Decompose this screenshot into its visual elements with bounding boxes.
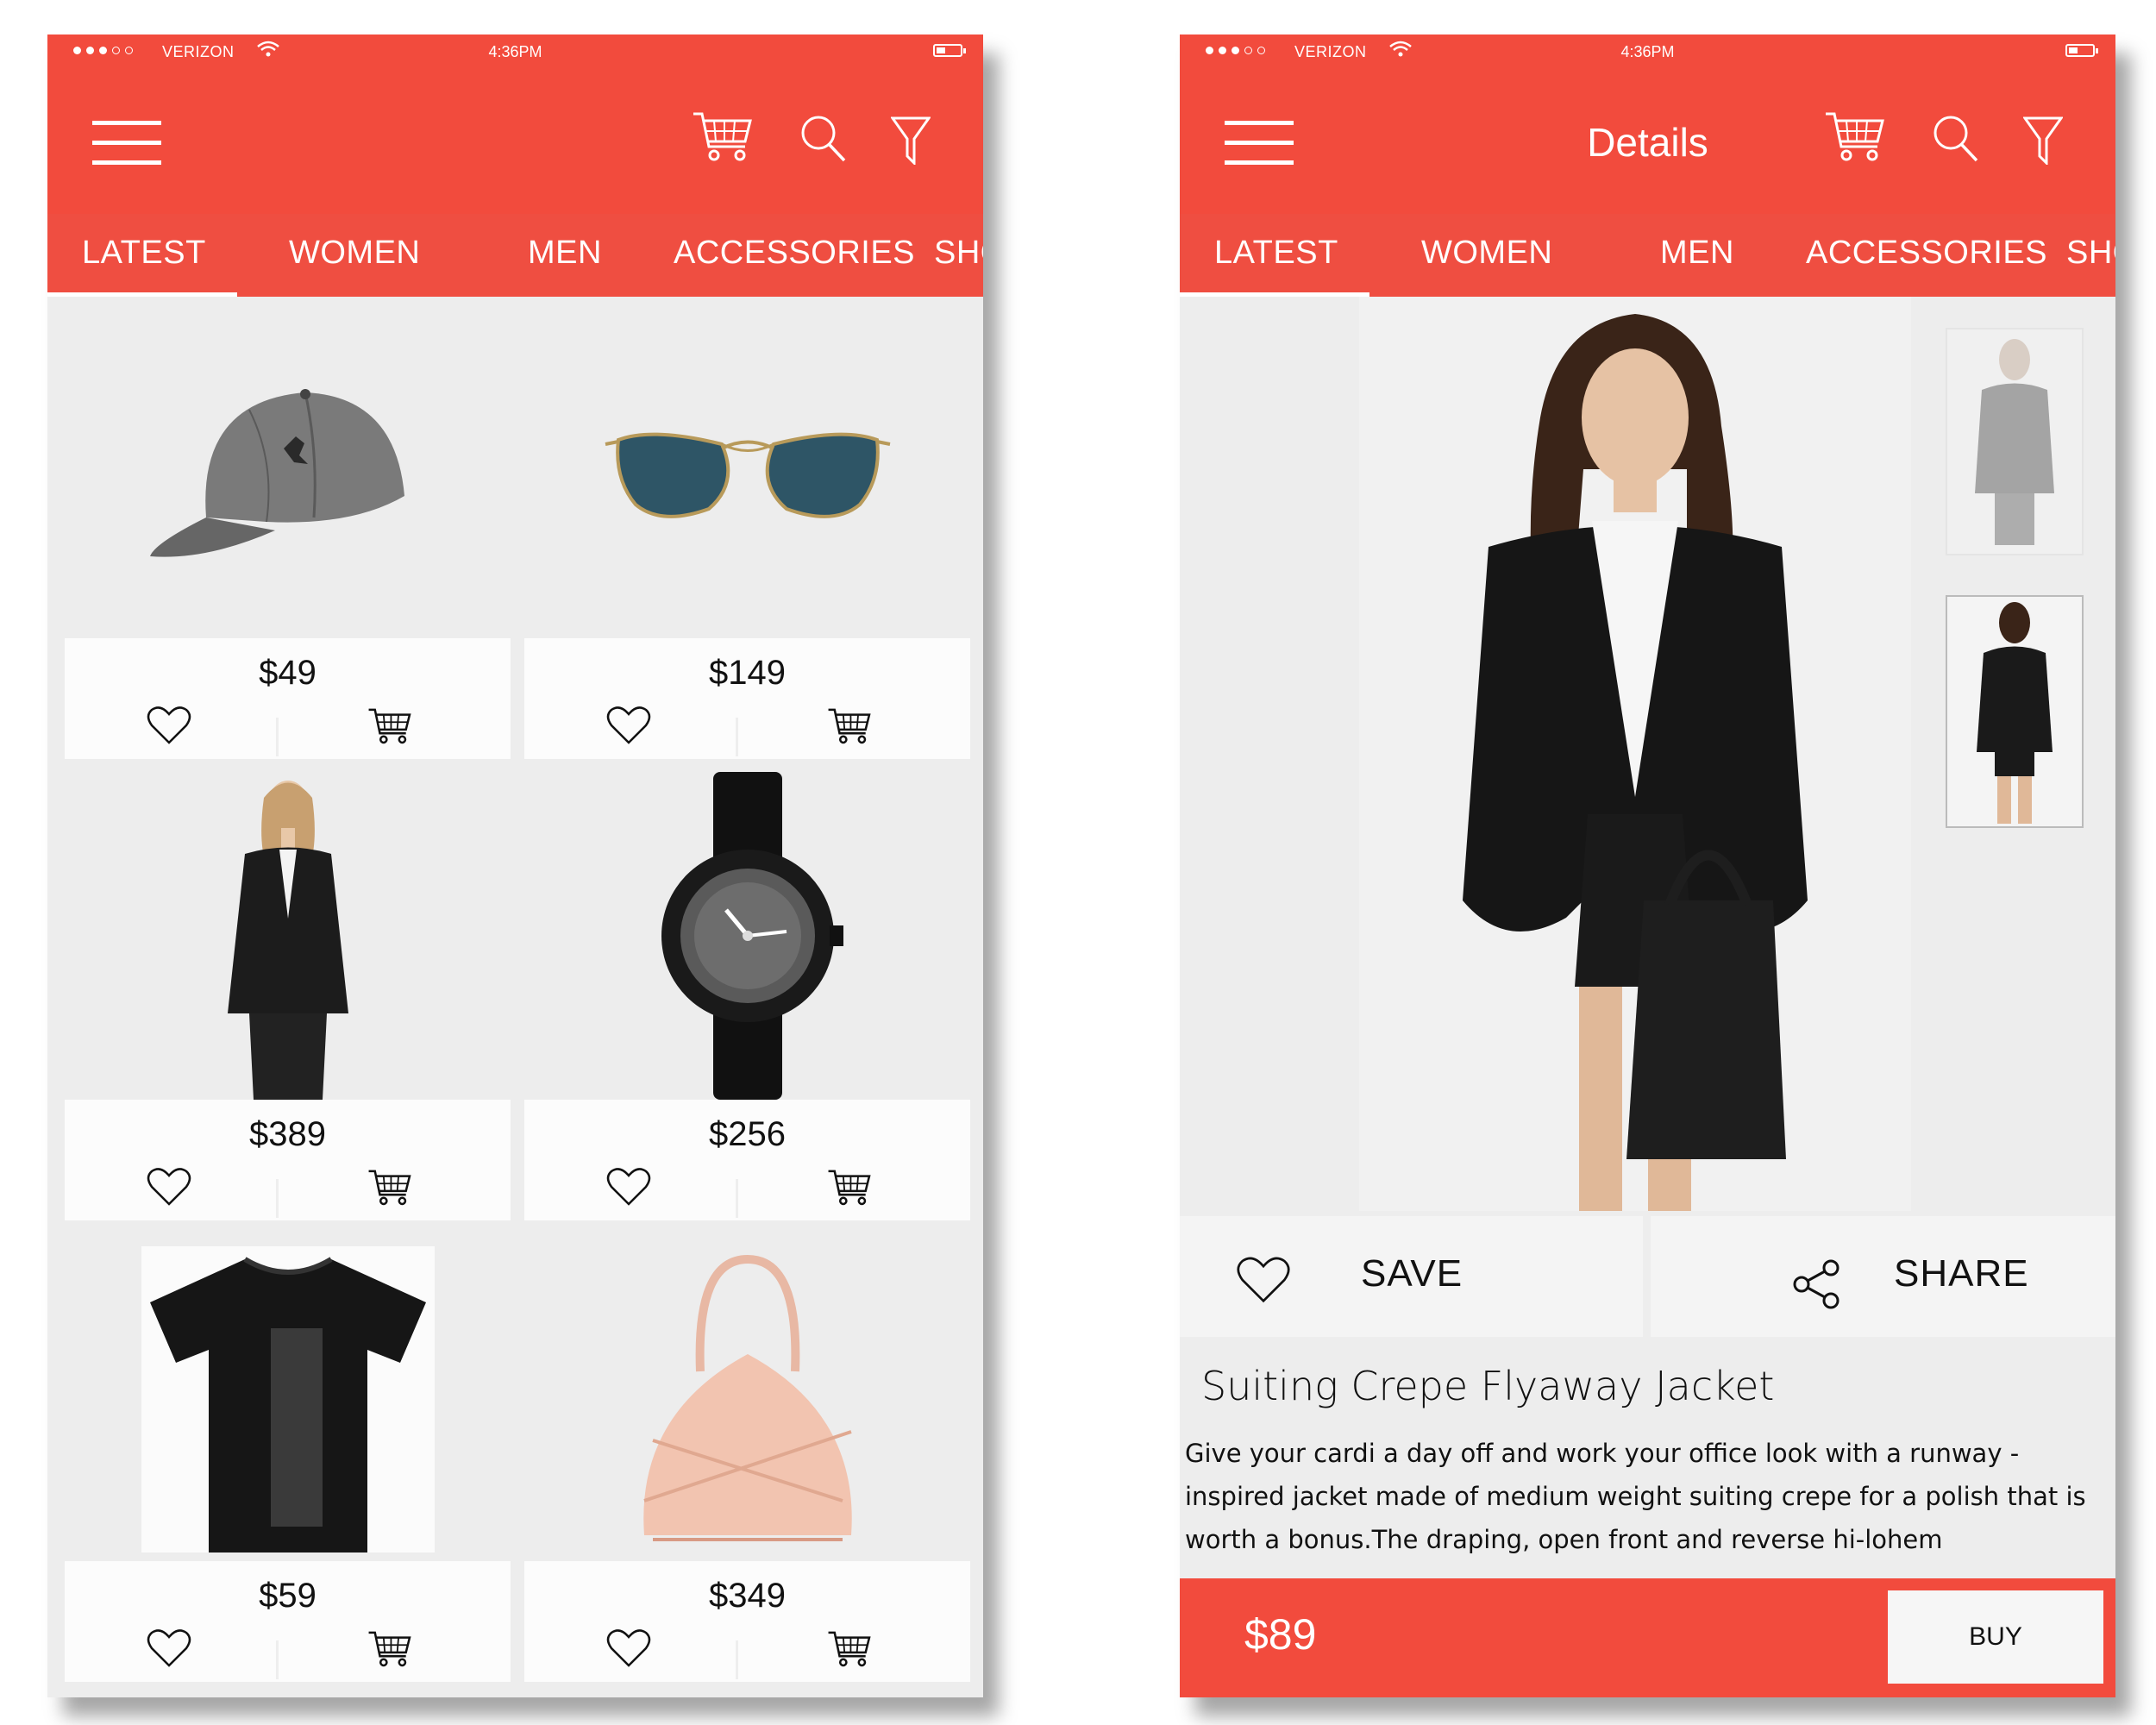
tab-women[interactable]: WOMEN — [289, 235, 420, 272]
product-price: $59 — [259, 1577, 317, 1615]
tab-accessories[interactable]: ACCESSORIES — [674, 235, 915, 272]
product-image-watch — [524, 772, 970, 1100]
heart-icon[interactable] — [606, 1628, 651, 1668]
heart-icon — [1236, 1256, 1291, 1304]
tab-shoes[interactable]: SHO — [2066, 235, 2115, 272]
add-to-cart-icon[interactable] — [367, 1169, 413, 1208]
search-icon[interactable] — [1932, 114, 1980, 164]
active-tab-indicator — [1180, 292, 1369, 297]
add-to-cart-icon[interactable] — [826, 1169, 873, 1208]
heart-icon[interactable] — [147, 1167, 191, 1207]
product-price: $256 — [709, 1115, 786, 1153]
save-label: SAVE — [1361, 1252, 1463, 1295]
add-to-cart-icon[interactable] — [826, 1630, 873, 1670]
add-to-cart-icon[interactable] — [367, 707, 413, 747]
battery-icon — [933, 44, 966, 57]
share-button[interactable]: SHARE — [1651, 1216, 2115, 1337]
thumbnail-front[interactable] — [1946, 328, 2084, 555]
divider — [276, 1640, 279, 1679]
product-hero-image — [1359, 297, 1911, 1211]
divider — [736, 718, 738, 756]
action-bar: SAVE SHARE — [1180, 1216, 2115, 1337]
search-icon[interactable] — [799, 114, 848, 164]
battery-icon — [2065, 44, 2098, 57]
divider — [276, 718, 279, 756]
heart-icon[interactable] — [147, 1628, 191, 1668]
category-tabs: LATEST WOMEN MEN ACCESSORIES SHO — [1180, 214, 2115, 297]
product-info: $59 — [65, 1561, 511, 1682]
product-image-sunglasses — [524, 310, 970, 638]
product-image-tshirt — [65, 1233, 511, 1561]
tab-men[interactable]: MEN — [528, 235, 602, 272]
tab-women[interactable]: WOMEN — [1421, 235, 1552, 272]
tab-accessories[interactable]: ACCESSORIES — [1806, 235, 2047, 272]
divider — [736, 1640, 738, 1679]
tab-shoes[interactable]: SHO — [934, 235, 983, 272]
product-info: $149 — [524, 638, 970, 759]
status-bar: VERIZON 4:36PM — [1180, 34, 2115, 72]
divider — [736, 1179, 738, 1218]
product-image-blazer — [65, 772, 511, 1100]
app-header: VERIZON 4:36PM Details LATEST WOMEN MEN … — [1180, 34, 2115, 297]
purchase-bar: $89 BUY — [1180, 1578, 2115, 1697]
heart-icon[interactable] — [147, 706, 191, 745]
product-info: $49 — [65, 638, 511, 759]
status-time: 4:36PM — [488, 43, 542, 60]
heart-icon[interactable] — [606, 1167, 651, 1207]
filter-icon[interactable] — [891, 116, 931, 165]
share-label: SHARE — [1894, 1252, 2029, 1295]
category-tabs: LATEST WOMEN MEN ACCESSORIES SHO — [47, 214, 983, 297]
active-tab-indicator — [47, 292, 237, 297]
product-info: $349 — [524, 1561, 970, 1682]
product-price: $49 — [259, 654, 317, 692]
buy-button[interactable]: BUY — [1888, 1590, 2103, 1684]
product-title: Suiting Crepe Flyaway Jacket — [1201, 1363, 1775, 1409]
add-to-cart-icon[interactable] — [367, 1630, 413, 1670]
add-to-cart-icon[interactable] — [826, 707, 873, 747]
tab-latest[interactable]: LATEST — [1214, 235, 1338, 272]
thumbnail-back[interactable] — [1946, 595, 2084, 828]
app-header: VERIZON 4:36PM LATEST WOMEN MEN ACCESSOR… — [47, 34, 983, 297]
catalog-screen: VERIZON 4:36PM LATEST WOMEN MEN ACCESSOR… — [47, 34, 983, 1697]
tab-men[interactable]: MEN — [1660, 235, 1734, 272]
tab-latest[interactable]: LATEST — [82, 235, 206, 272]
product-info: $389 — [65, 1100, 511, 1220]
share-icon — [1793, 1259, 1841, 1309]
product-info: $256 — [524, 1100, 970, 1220]
cart-icon[interactable] — [692, 110, 754, 166]
status-bar: VERIZON 4:36PM — [47, 34, 983, 72]
filter-icon[interactable] — [2023, 116, 2063, 165]
product-price: $349 — [709, 1577, 786, 1615]
save-button[interactable]: SAVE — [1180, 1216, 1643, 1337]
product-image-handbag — [524, 1233, 970, 1561]
product-price: $389 — [249, 1115, 326, 1153]
heart-icon[interactable] — [606, 706, 651, 745]
divider — [276, 1179, 279, 1218]
product-price: $89 — [1244, 1610, 1317, 1659]
menu-icon[interactable] — [92, 121, 161, 166]
details-screen: VERIZON 4:36PM Details LATEST WOMEN MEN … — [1180, 34, 2115, 1697]
product-image-cap — [65, 310, 511, 638]
status-time: 4:36PM — [1620, 43, 1675, 60]
cart-icon[interactable] — [1824, 110, 1886, 166]
product-price: $149 — [709, 654, 786, 692]
